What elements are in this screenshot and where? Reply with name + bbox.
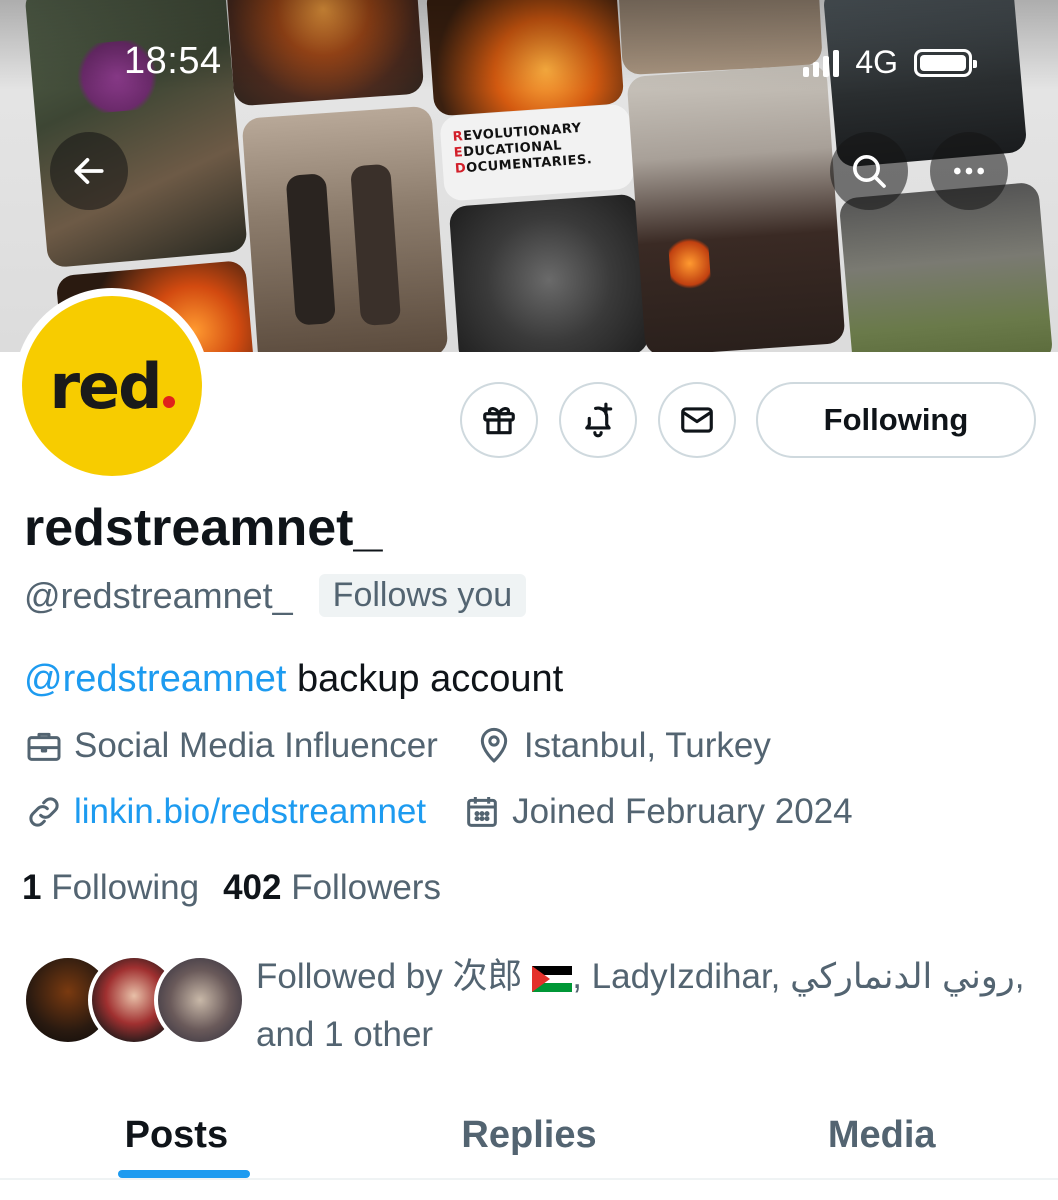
profile-meta-row: Social Media Influencer Istanbul, Turkey [24, 726, 771, 766]
followed-by-prefix: Followed by 次郎 [256, 957, 533, 996]
gift-icon [483, 407, 515, 435]
followed-by-comma: , [1014, 957, 1025, 996]
website-link[interactable]: linkin.bio/redstreamnet [74, 792, 426, 832]
bell-plus-icon [585, 402, 613, 438]
arrow-left-icon [74, 158, 104, 184]
following-button[interactable]: Following [756, 382, 1036, 458]
avatar-logo: red [22, 296, 202, 476]
more-dots-icon [954, 167, 984, 175]
banner-photo [241, 105, 449, 352]
joined-item: Joined February 2024 [462, 792, 853, 832]
followed-by-middle: , LadyIzdihar, [572, 957, 791, 996]
notifications-button[interactable] [559, 382, 637, 458]
followers-count: 402 [223, 868, 282, 907]
mutual-followers-avatars[interactable] [22, 954, 246, 1046]
category-label: Social Media Influencer [74, 726, 438, 765]
active-tab-indicator [118, 1170, 250, 1178]
status-indicators: 4G [803, 44, 977, 81]
following-stat-label: Following [51, 868, 200, 907]
avatar-logo-text: red [49, 350, 175, 423]
profile-page: REVOLUTIONARY EDUCATIONAL DOCUMENTARIES.… [0, 0, 1058, 1200]
follows-you-badge: Follows you [318, 574, 527, 617]
following-stat[interactable]: 1 Following [22, 868, 199, 908]
more-button[interactable] [930, 132, 1008, 210]
avatar-logo-dot [162, 395, 175, 408]
user-handle: @redstreamnet_ [24, 574, 293, 616]
display-name: redstreamnet_ [24, 499, 383, 557]
bio-mention-link[interactable]: @redstreamnet [24, 658, 286, 700]
location-label: Istanbul, Turkey [523, 726, 771, 765]
palestine-flag-icon [532, 966, 573, 992]
profile-meta-row: linkin.bio/redstreamnet Joined February … [24, 792, 853, 832]
followers-stat[interactable]: 402 Followers [223, 868, 441, 908]
search-button[interactable] [830, 132, 908, 210]
avatar [154, 954, 246, 1046]
tab-posts[interactable]: Posts [0, 1090, 353, 1180]
followed-by-arabic-name: روني الدنماركي [790, 957, 1015, 996]
followed-by-text[interactable]: Followed by 次郎 , LadyIzdihar, روني الدنم… [256, 948, 1046, 1064]
following-count: 1 [22, 868, 42, 907]
category-item: Social Media Influencer [24, 726, 438, 766]
banner-doc-card: REVOLUTIONARY EDUCATIONAL DOCUMENTARIES. [439, 103, 635, 202]
profile-tabs: Posts Replies Media [0, 1090, 1058, 1180]
calendar-icon [467, 797, 497, 827]
tabs-divider [0, 1178, 1058, 1180]
envelope-icon [681, 407, 713, 433]
location-item: Istanbul, Turkey [474, 726, 771, 766]
followed-by-others: and 1 other [256, 1015, 434, 1054]
briefcase-icon [27, 732, 61, 761]
battery-icon [914, 48, 977, 77]
location-pin-icon [480, 727, 507, 763]
tab-media[interactable]: Media [705, 1090, 1058, 1180]
follow-stats: 1 Following 402 Followers [22, 868, 441, 908]
profile-avatar[interactable]: red [14, 288, 210, 484]
website-item[interactable]: linkin.bio/redstreamnet [24, 792, 426, 832]
bio-text: backup account [286, 658, 564, 700]
search-icon [853, 155, 886, 188]
link-icon [29, 797, 59, 827]
back-button[interactable] [50, 132, 128, 210]
status-time: 18:54 [124, 40, 222, 82]
message-button[interactable] [658, 382, 736, 458]
signal-icon [803, 49, 840, 77]
network-label: 4G [855, 44, 898, 80]
tab-replies[interactable]: Replies [353, 1090, 706, 1180]
profile-bio: @redstreamnet backup account [24, 658, 563, 701]
gift-button[interactable] [460, 382, 538, 458]
handle-row: @redstreamnet_ Follows you [24, 574, 527, 617]
followers-stat-label: Followers [291, 868, 441, 907]
banner-photo [626, 63, 846, 352]
joined-label: Joined February 2024 [512, 792, 853, 831]
banner-photo [448, 193, 650, 352]
